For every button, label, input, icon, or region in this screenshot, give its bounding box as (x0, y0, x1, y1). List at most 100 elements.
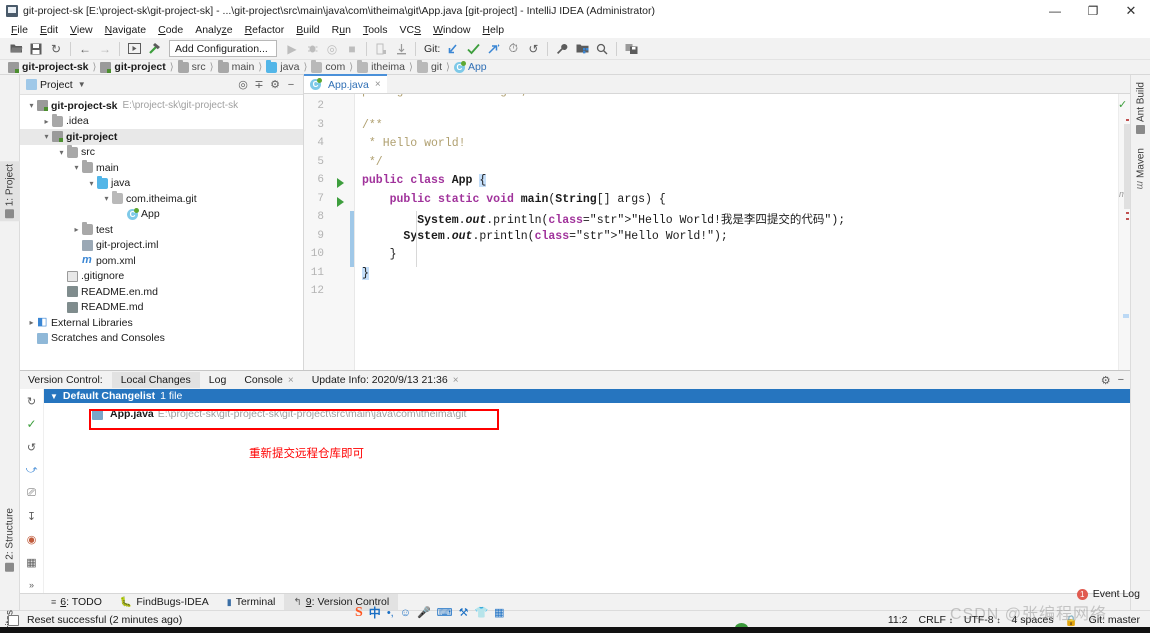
editor-body[interactable]: 2 3 4 5 6 7 8 9 10 11 12 /** * Hello world! */ publ… (304, 94, 1130, 370)
tab-update-info[interactable]: Update Info: 2020/9/13 21:36 × (303, 372, 468, 388)
tree-expand-arrow[interactable]: ▾ (56, 148, 67, 157)
code-line[interactable]: public class App { (362, 174, 487, 187)
inspection-ok-icon[interactable]: ✓ (1118, 98, 1127, 111)
tree-expand-arrow[interactable]: ▾ (26, 101, 37, 110)
sogou-logo-icon[interactable]: S (355, 605, 363, 621)
project-tree[interactable]: ▾ git-project-sk E:\project-sk\git-project… (20, 95, 303, 370)
more-icon[interactable]: » (24, 577, 40, 593)
sidebar-item-project[interactable]: 1: Project (0, 161, 20, 222)
git-branch-widget[interactable]: Git: master (1089, 614, 1140, 626)
error-stripe[interactable]: ✓ m (1118, 94, 1130, 370)
bottom-tab-todo[interactable]: ≡ 6: TODO (42, 594, 111, 610)
shelve-icon[interactable]: ⤻ (24, 462, 40, 478)
tree-item-readme-md[interactable]: README.md (20, 300, 303, 316)
breadcrumb-item-main[interactable]: main (217, 59, 254, 73)
run-context-icon[interactable] (124, 39, 144, 58)
code-line[interactable]: */ (362, 156, 383, 169)
search-icon[interactable] (592, 39, 612, 58)
tab-local-changes[interactable]: Local Changes (111, 372, 200, 388)
apps-icon[interactable]: ▦ (494, 606, 504, 619)
chevron-down-icon[interactable]: ▼ (50, 392, 58, 401)
menu-window[interactable]: Window (427, 23, 476, 37)
breadcrumb-item-app[interactable]: C App (453, 60, 487, 73)
local-changes-content[interactable]: ▼ Default Changelist 1 file App.java E:\… (44, 389, 1130, 593)
tree-item-git-project-sk[interactable]: ▾ git-project-sk E:\project-sk\git-project… (20, 98, 303, 114)
update-running-icon[interactable] (391, 39, 411, 58)
sidebar-item-structure[interactable]: 2: Structure (0, 505, 20, 575)
chevron-down-icon[interactable]: ▼ (76, 77, 88, 93)
run-gutter-icon[interactable] (337, 196, 344, 207)
rollback-icon[interactable]: ↺ (523, 39, 543, 58)
menu-run[interactable]: Run (326, 23, 357, 37)
close-button[interactable]: ✕ (1112, 0, 1150, 21)
gear-icon[interactable]: ⚙ (1101, 374, 1111, 387)
rollback-icon[interactable]: ↺ (24, 439, 40, 455)
run-configuration-selector[interactable]: Add Configuration... (169, 40, 277, 57)
push-icon[interactable] (483, 39, 503, 58)
menu-help[interactable]: Help (476, 23, 510, 37)
history-clock-icon[interactable]: ⏱ (503, 39, 523, 58)
menu-refactor[interactable]: Refactor (239, 23, 291, 37)
update-project-icon[interactable] (443, 39, 463, 58)
gear-icon[interactable]: ⚙ (267, 77, 283, 93)
message-icon[interactable] (8, 614, 19, 626)
build-hammer-icon[interactable] (144, 39, 164, 58)
menu-navigate[interactable]: Navigate (99, 23, 152, 37)
tree-item-git-project-iml[interactable]: git-project.iml (20, 238, 303, 254)
tree-item-pom-xml[interactable]: m pom.xml (20, 253, 303, 269)
browser-icon[interactable]: ◉ (24, 531, 40, 547)
breadcrumb-item-src[interactable]: src (177, 59, 206, 73)
tree-expand-arrow[interactable]: ▸ (41, 117, 52, 126)
tree-expand-arrow[interactable]: ▾ (71, 163, 82, 172)
tree-item-external-libraries[interactable]: ▸ ◧ External Libraries (20, 315, 303, 331)
tree-expand-arrow[interactable]: ▾ (86, 179, 97, 188)
tab-console[interactable]: Console × (235, 372, 302, 388)
code-line[interactable]: * Hello world! (362, 137, 466, 150)
run-gutter-icon[interactable] (337, 178, 344, 188)
lock-icon[interactable]: 🔒 (1065, 614, 1078, 627)
menu-view[interactable]: View (64, 23, 99, 37)
run-icon[interactable]: ▶ (282, 39, 302, 58)
menu-tools[interactable]: Tools (357, 23, 394, 37)
tree-item-readme-en-md[interactable]: README.en.md (20, 284, 303, 300)
breadcrumb-item-itheima[interactable]: itheima (357, 59, 405, 73)
locate-icon[interactable]: ◎ (235, 77, 251, 93)
sidebar-item-maven[interactable]: m Maven (1131, 145, 1150, 193)
breadcrumb-item-java[interactable]: java (266, 59, 300, 73)
breadcrumb-item-com[interactable]: com (311, 59, 345, 73)
bottom-tab-terminal[interactable]: ▮ Terminal (218, 594, 285, 610)
group-by-icon[interactable]: ▦ (24, 554, 40, 570)
emoji-icon[interactable]: ☺ (400, 607, 411, 619)
sync-icon[interactable]: ↻ (46, 39, 66, 58)
tree-item-src[interactable]: ▾ src (20, 144, 303, 161)
hide-icon[interactable]: − (1118, 374, 1124, 386)
wrench-icon[interactable] (552, 39, 572, 58)
event-log-widget[interactable]: 1 Event Log (1076, 588, 1140, 600)
mic-icon[interactable]: 🎤 (417, 606, 431, 619)
editor-gutter[interactable]: 2 3 4 5 6 7 8 9 10 11 12 (304, 94, 354, 370)
tree-expand-arrow[interactable]: ▸ (71, 225, 82, 234)
forward-arrow-icon[interactable]: → (95, 39, 115, 58)
code-line[interactable]: public static void main(String[] args) { (362, 193, 666, 206)
editor-tab-app-java[interactable]: C App.java × (304, 74, 387, 93)
menu-edit[interactable]: Edit (34, 23, 64, 37)
menu-file[interactable]: File (5, 23, 34, 37)
run-coverage-icon[interactable]: ◎ (322, 39, 342, 58)
changelist-header[interactable]: ▼ Default Changelist 1 file (44, 389, 1130, 403)
project-structure-icon[interactable] (572, 39, 592, 58)
tab-log[interactable]: Log (200, 372, 236, 388)
close-icon[interactable]: × (453, 375, 459, 386)
tree-expand-arrow[interactable]: ▾ (41, 132, 52, 141)
line-separator[interactable]: CRLF ↕ (919, 614, 953, 626)
save-icon[interactable] (26, 39, 46, 58)
tree-item-git-project[interactable]: ▾ git-project (20, 129, 303, 145)
menu-analyze[interactable]: Analyze (189, 23, 238, 37)
back-arrow-icon[interactable]: ← (75, 39, 95, 58)
tree-expand-arrow[interactable]: ▾ (101, 194, 112, 203)
breadcrumb-item-git[interactable]: git (416, 59, 442, 73)
menu-code[interactable]: Code (152, 23, 189, 37)
tree-item-com-itheima-git[interactable]: ▾ com.itheima.git (20, 191, 303, 207)
tree-item-idea[interactable]: ▸ .idea (20, 113, 303, 130)
tree-item-app[interactable]: C App (20, 207, 303, 223)
commit-checkmark-icon[interactable] (463, 39, 483, 58)
